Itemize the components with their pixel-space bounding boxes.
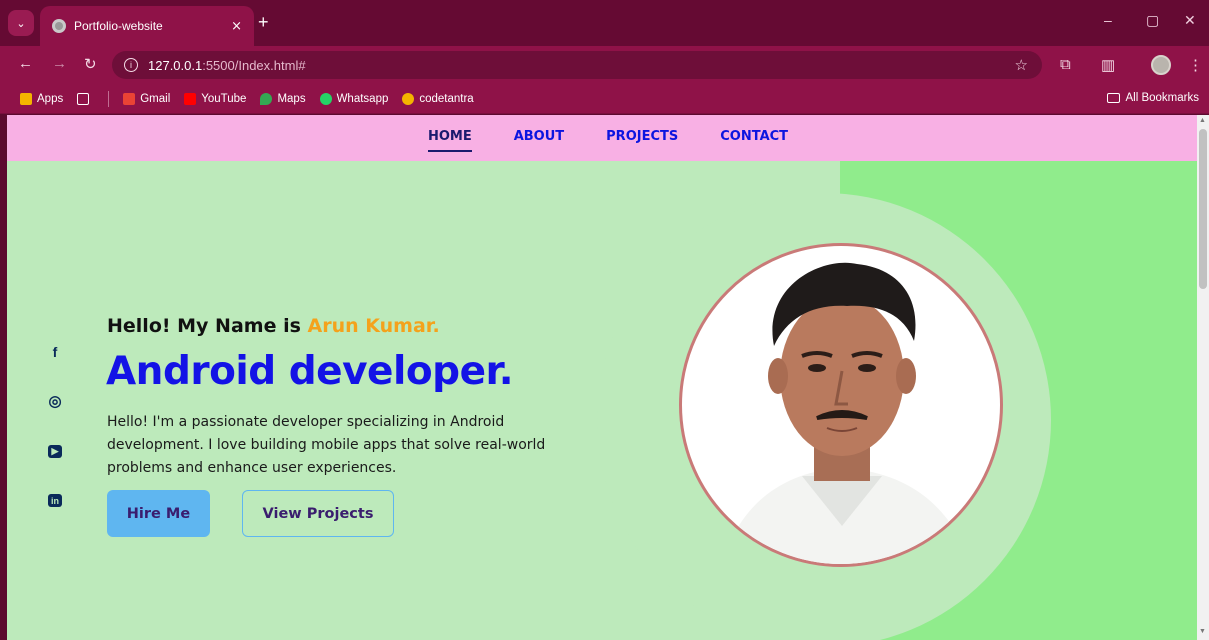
reading-list-icon[interactable]: ▥ — [1101, 56, 1115, 74]
bookmark-maps[interactable]: Maps — [260, 92, 306, 105]
page-scrollbar[interactable]: ▲ ▼ — [1197, 115, 1209, 640]
profile-avatar[interactable] — [1151, 55, 1171, 75]
instagram-icon[interactable]: ◎ — [47, 393, 63, 410]
reload-icon[interactable]: ↻ — [84, 55, 97, 73]
bookmark-whatsapp[interactable]: Whatsapp — [319, 92, 389, 105]
bookmark-youtube[interactable]: YouTube — [184, 92, 247, 105]
url-text: 127.0.0.1:5500/Index.html# — [148, 58, 306, 73]
tab-search-button[interactable]: ⌄ — [8, 10, 34, 36]
restore-button[interactable]: ▢ — [1146, 12, 1159, 29]
bookmark-codetantra[interactable]: codetantra — [402, 92, 474, 105]
tab-close-button[interactable]: × — [231, 19, 242, 34]
browser-tab-bar: ⌄ Portfolio-website × + – ▢ ✕ — [0, 0, 1209, 46]
nav-projects[interactable]: PROJECTS — [606, 129, 678, 147]
all-bookmarks-button[interactable]: All Bookmarks — [1106, 92, 1200, 104]
back-arrow-icon[interactable]: ← — [18, 55, 33, 72]
url-path: :5500/Index.html# — [202, 57, 306, 73]
bookmark-label: Whatsapp — [336, 92, 389, 105]
browser-tab[interactable]: Portfolio-website × — [40, 6, 254, 46]
profile-photo — [679, 243, 1003, 567]
nav-about[interactable]: ABOUT — [514, 129, 564, 147]
menu-kebab-icon[interactable]: ⋮ — [1188, 56, 1203, 74]
youtube-icon[interactable]: ▶ — [48, 445, 62, 458]
all-bookmarks-label: All Bookmarks — [1125, 92, 1200, 104]
address-bar[interactable]: i 127.0.0.1:5500/Index.html# ☆ — [112, 51, 1042, 79]
bookmark-label: Gmail — [140, 92, 171, 105]
bookmark-apps[interactable]: Apps — [20, 92, 64, 105]
bookmark-label: codetantra — [419, 92, 474, 105]
bookmark-grid[interactable] — [77, 92, 94, 105]
folder-icon — [1106, 93, 1120, 103]
gmail-icon — [123, 92, 136, 105]
globe-icon — [52, 19, 66, 33]
facebook-icon[interactable]: f — [47, 344, 63, 360]
site-info-icon[interactable]: i — [124, 58, 138, 72]
bookmark-label: Apps — [37, 92, 64, 105]
codetantra-icon — [402, 92, 415, 105]
apps-grid-icon — [20, 92, 32, 105]
page-viewport: HOME ABOUT PROJECTS CONTACT f ◎ ▶ in Hel… — [7, 115, 1197, 640]
forward-arrow-icon[interactable]: → — [52, 55, 67, 72]
portrait-illustration — [722, 262, 972, 564]
whatsapp-icon — [319, 92, 332, 105]
close-window-button[interactable]: ✕ — [1184, 12, 1196, 29]
scroll-down-icon[interactable]: ▼ — [1199, 628, 1206, 635]
linkedin-icon[interactable]: in — [48, 494, 62, 507]
scrollbar-thumb[interactable] — [1199, 129, 1207, 289]
greeting-prefix: Hello! My Name is — [107, 315, 308, 337]
hero-description: Hello! I'm a passionate developer specia… — [107, 414, 546, 476]
grid-icon — [77, 92, 90, 105]
bookmark-gmail[interactable]: Gmail — [123, 92, 171, 105]
bookmark-label: YouTube — [201, 92, 247, 105]
nav-contact[interactable]: CONTACT — [720, 129, 788, 147]
site-navbar: HOME ABOUT PROJECTS CONTACT — [7, 115, 1197, 161]
nav-home[interactable]: HOME — [427, 129, 472, 152]
hero-greeting: Hello! My Name is Arun Kumar. — [107, 315, 440, 337]
new-tab-button[interactable]: + — [258, 12, 269, 33]
bookmark-separator — [108, 90, 110, 107]
youtube-icon — [184, 92, 197, 105]
chevron-down-icon: ⌄ — [16, 16, 26, 30]
extensions-icon[interactable]: ⧉ — [1060, 56, 1071, 73]
bookmark-label: Maps — [277, 92, 306, 105]
browser-toolbar: ← → ↻ i 127.0.0.1:5500/Index.html# ☆ ⧉ ▥… — [0, 46, 1209, 84]
bookmark-star-icon[interactable]: ☆ — [1015, 56, 1028, 74]
maps-pin-icon — [260, 92, 273, 105]
hero-role: Android developer. — [106, 349, 514, 394]
url-host: 127.0.0.1 — [148, 57, 203, 73]
scroll-up-icon[interactable]: ▲ — [1199, 117, 1206, 124]
view-projects-button[interactable]: View Projects — [242, 490, 394, 537]
hire-me-button[interactable]: Hire Me — [107, 490, 210, 537]
minimize-button[interactable]: – — [1104, 12, 1112, 28]
tab-title: Portfolio-website — [74, 19, 163, 33]
bookmarks-bar: Apps Gmail YouTube Maps Whatsapp codetan… — [0, 84, 1209, 114]
hero-name: Arun Kumar. — [307, 315, 440, 337]
